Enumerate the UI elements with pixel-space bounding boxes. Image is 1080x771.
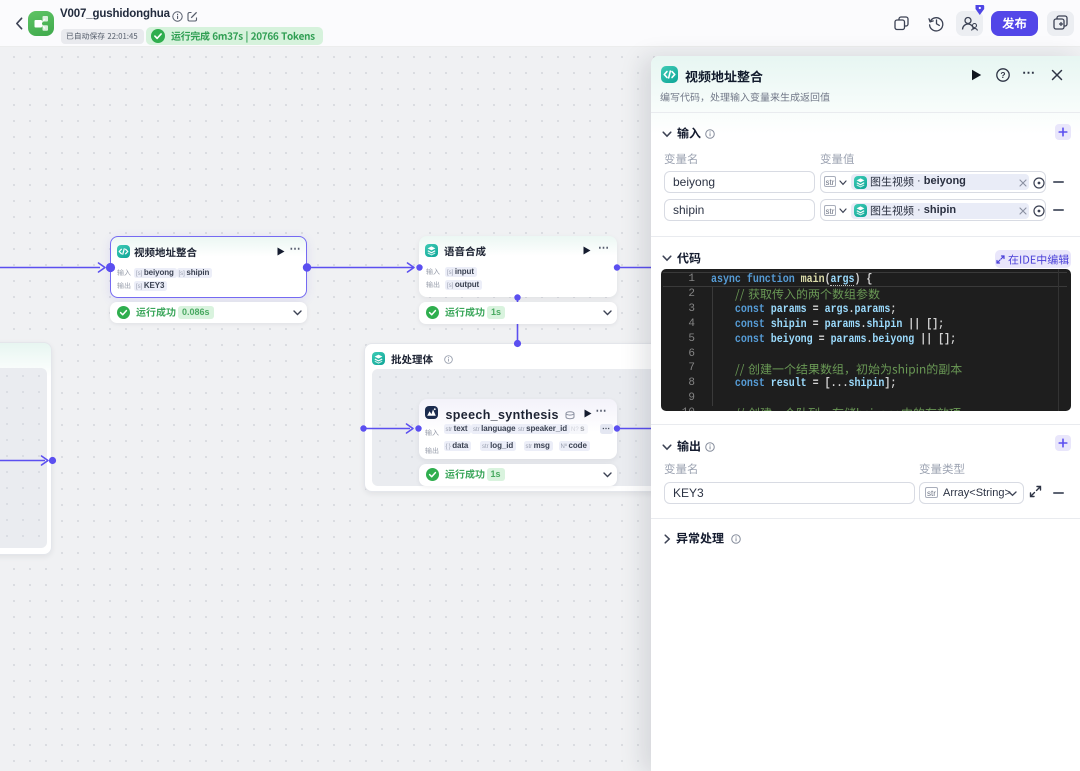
svg-text:?: ? xyxy=(1000,70,1005,80)
